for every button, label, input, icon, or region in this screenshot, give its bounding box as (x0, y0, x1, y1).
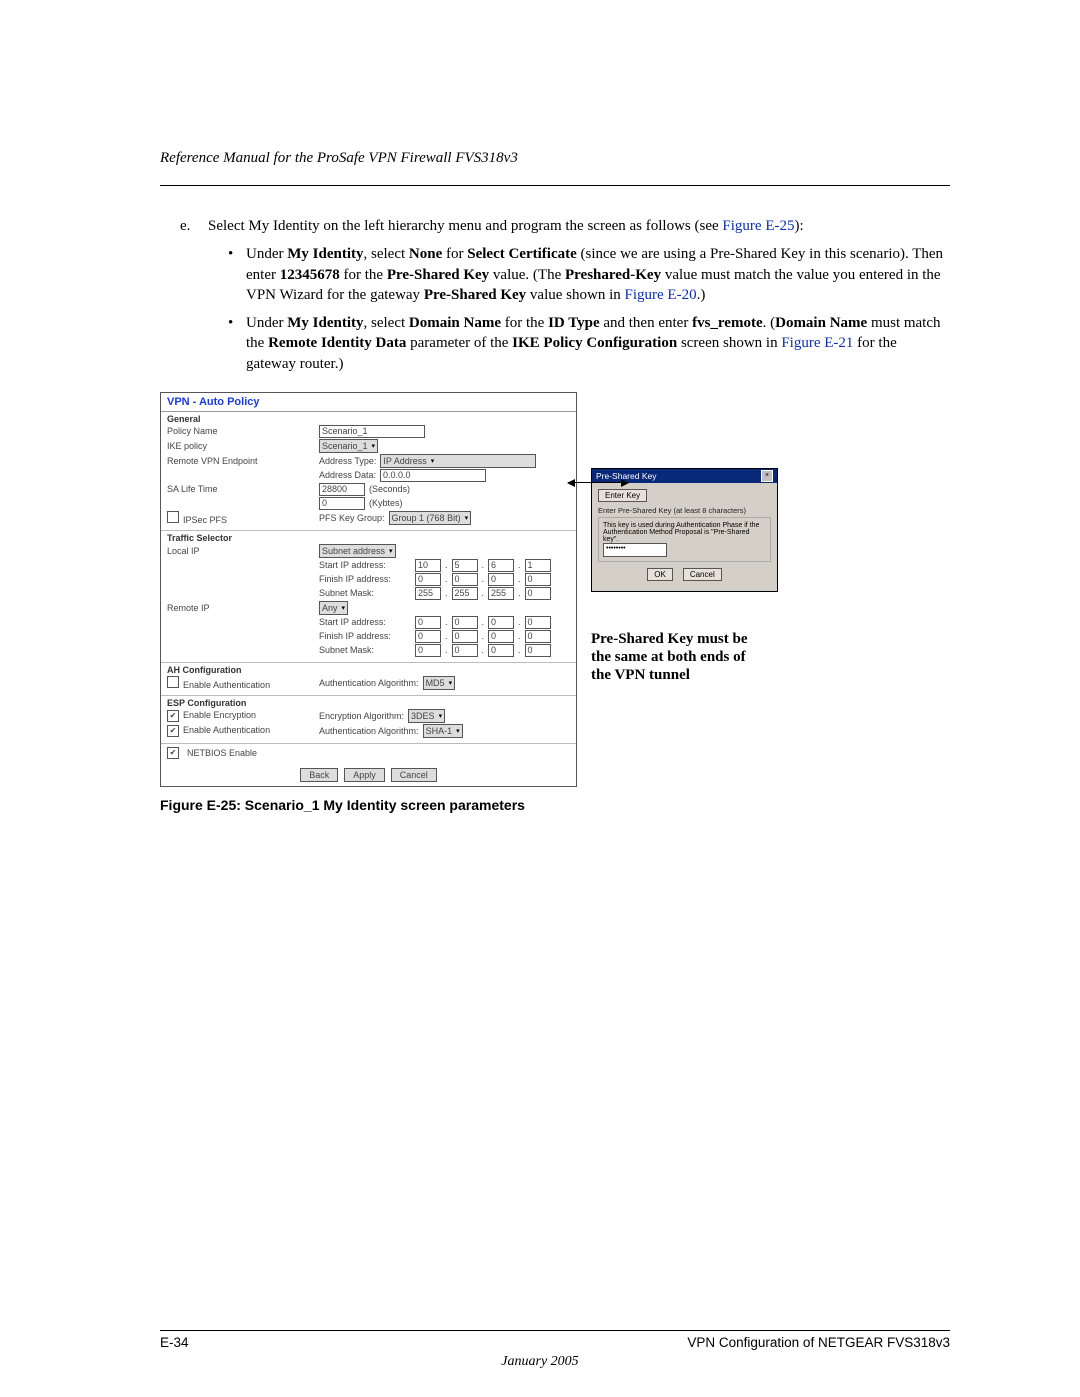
general-title: General (167, 414, 570, 424)
step-text: Select My Identity on the left hierarchy… (208, 218, 804, 234)
remote-finish-ip-2[interactable]: 0 (452, 630, 478, 643)
local-finish-ip-2[interactable]: 0 (452, 573, 478, 586)
psk-input[interactable]: •••••••• (603, 543, 667, 557)
dialog-sub-hint: This key is used during Authentication P… (603, 522, 766, 543)
esp-auth-checkbox[interactable]: ✔ (167, 725, 179, 737)
policy-name-input[interactable]: Scenario_1 (319, 425, 425, 438)
remote-mask-4[interactable]: 0 (525, 644, 551, 657)
remote-start-ip-2[interactable]: 0 (452, 616, 478, 629)
remote-finish-ip-3[interactable]: 0 (488, 630, 514, 643)
ah-title: AH Configuration (167, 665, 570, 675)
esp-auth-alg-select[interactable]: SHA-1 (423, 724, 463, 738)
close-icon[interactable]: × (761, 470, 773, 482)
local-ip-select[interactable]: Subnet address (319, 544, 396, 558)
ike-policy-select[interactable]: Scenario_1 (319, 439, 378, 453)
remote-mask-2[interactable]: 0 (452, 644, 478, 657)
local-start-ip-2[interactable]: 5 (452, 559, 478, 572)
page-header: Reference Manual for the ProSafe VPN Fir… (160, 150, 950, 186)
local-mask-1[interactable]: 255 (415, 587, 441, 600)
bullet-1: Under My Identity, select None for Selec… (246, 244, 950, 305)
local-start-ip-4[interactable]: 1 (525, 559, 551, 572)
bullet-2: Under My Identity, select Domain Name fo… (246, 313, 950, 374)
remote-mask-3[interactable]: 0 (488, 644, 514, 657)
page-number: E-34 (160, 1335, 189, 1350)
ah-enable-checkbox[interactable] (167, 676, 179, 688)
step-e: e. Select My Identity on the left hierar… (180, 216, 950, 374)
footer-date: January 2005 (0, 1354, 1080, 1370)
ok-button[interactable]: OK (647, 568, 673, 581)
remote-start-ip-1[interactable]: 0 (415, 616, 441, 629)
figure-caption: Figure E-25: Scenario_1 My Identity scre… (160, 797, 950, 813)
dialog-hint: Enter Pre-Shared Key (at least 8 charact… (598, 506, 771, 515)
remote-start-ip-3[interactable]: 0 (488, 616, 514, 629)
esp-title: ESP Configuration (167, 698, 570, 708)
enter-key-button[interactable]: Enter Key (598, 489, 647, 502)
esp-enc-alg-select[interactable]: 3DES (408, 709, 445, 723)
local-start-ip-3[interactable]: 6 (488, 559, 514, 572)
remote-finish-ip-1[interactable]: 0 (415, 630, 441, 643)
local-start-ip-1[interactable]: 10 (415, 559, 441, 572)
address-data-input[interactable]: 0.0.0.0 (380, 469, 486, 482)
apply-button[interactable]: Apply (344, 768, 385, 782)
back-button[interactable]: Back (300, 768, 338, 782)
cancel-button[interactable]: Cancel (391, 768, 437, 782)
local-mask-4[interactable]: 0 (525, 587, 551, 600)
local-mask-3[interactable]: 255 (488, 587, 514, 600)
local-finish-ip-3[interactable]: 0 (488, 573, 514, 586)
remote-start-ip-4[interactable]: 0 (525, 616, 551, 629)
local-mask-2[interactable]: 255 (452, 587, 478, 600)
ah-auth-alg-select[interactable]: MD5 (423, 676, 456, 690)
pre-shared-key-dialog: Pre-Shared Key × Enter Key Enter Pre-Sha… (591, 468, 778, 592)
footer-right: VPN Configuration of NETGEAR FVS318v3 (687, 1335, 950, 1350)
figure-ref-e25[interactable]: Figure E-25 (722, 218, 794, 234)
figure-ref-e21[interactable]: Figure E-21 (781, 335, 853, 351)
remote-mask-1[interactable]: 0 (415, 644, 441, 657)
sa-seconds-input[interactable]: 28800 (319, 483, 365, 496)
sa-kbytes-input[interactable]: 0 (319, 497, 365, 510)
remote-finish-ip-4[interactable]: 0 (525, 630, 551, 643)
annotation-text: Pre-Shared Key must be the same at both … (591, 630, 751, 684)
remote-ip-select[interactable]: Any (319, 601, 348, 615)
vpn-auto-policy-panel: VPN - Auto Policy General Policy NameSce… (160, 392, 577, 787)
arrow-icon (568, 482, 628, 484)
address-type-select[interactable]: IP Address (380, 454, 536, 468)
dialog-cancel-button[interactable]: Cancel (683, 568, 722, 581)
panel-title: VPN - Auto Policy (161, 393, 576, 412)
figure-ref-e20[interactable]: Figure E-20 (625, 287, 697, 303)
ipsec-pfs-checkbox[interactable] (167, 511, 179, 523)
step-marker: e. (180, 216, 190, 236)
esp-enc-checkbox[interactable]: ✔ (167, 710, 179, 722)
local-finish-ip-4[interactable]: 0 (525, 573, 551, 586)
netbios-checkbox[interactable]: ✔ (167, 747, 179, 759)
pfs-key-group-select[interactable]: Group 1 (768 Bit) (389, 511, 472, 525)
figure-e25: VPN - Auto Policy General Policy NameSce… (160, 392, 950, 787)
traffic-title: Traffic Selector (167, 533, 570, 543)
local-finish-ip-1[interactable]: 0 (415, 573, 441, 586)
